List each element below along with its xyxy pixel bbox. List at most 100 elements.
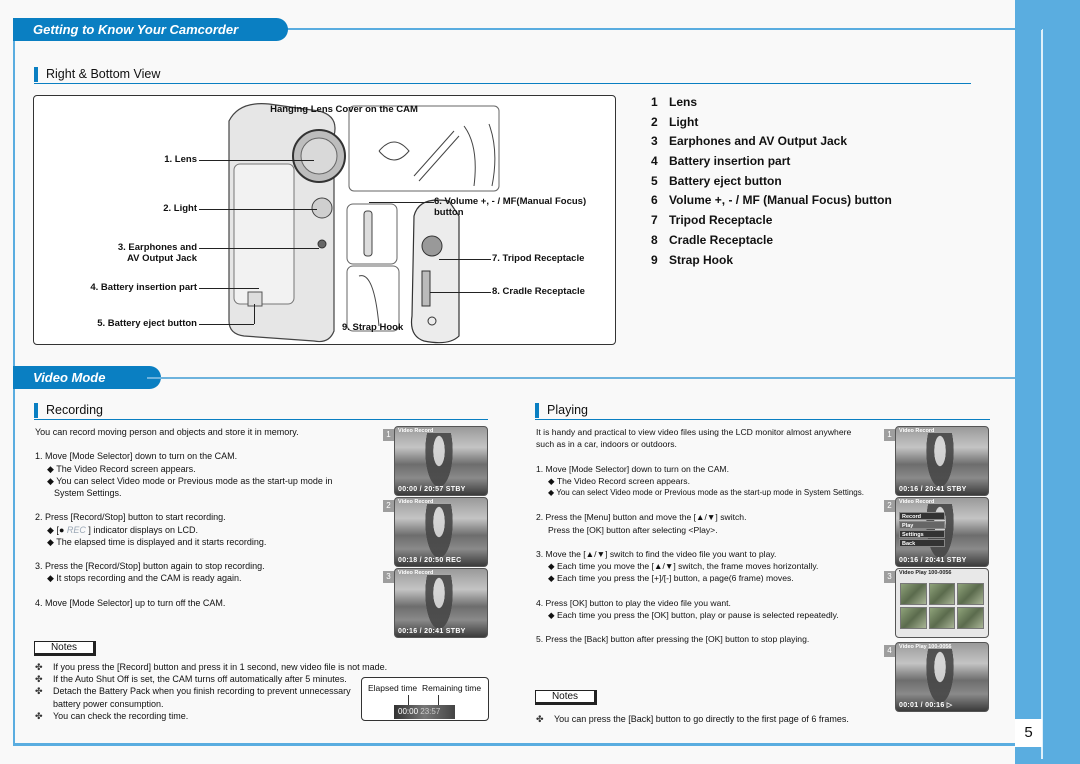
note-item: ✤ If the Auto Shut Off is set, the CAM tu…: [35, 673, 395, 685]
leader-lens: [199, 160, 314, 161]
note-text: battery power consumption.: [53, 698, 164, 709]
subheading-rule: [34, 83, 971, 84]
callout-lens: 1. Lens: [164, 154, 197, 165]
section-title-video-mode: Video Mode: [13, 366, 161, 389]
lcd-screen-play-4: Video Play 100-0056 00:01 / 00:16 ▷: [895, 642, 989, 712]
note-item: ✤ If you press the [Record] button and pr…: [35, 661, 395, 673]
parts-list-item: 7 Tripod Receptacle: [651, 211, 892, 231]
note-bullet-icon: ✤: [35, 686, 43, 697]
lcd-mode-label: Video Play 100-0056: [899, 570, 952, 576]
part-label: Earphones and AV Output Jack: [669, 134, 848, 149]
callout-battery-eject: 5. Battery eject button: [97, 318, 197, 329]
lcd-status-readout: 00:00 / 20:57 STBY: [398, 486, 466, 493]
playing-notes: ✤ You can press the [Back] button to go d…: [536, 713, 886, 725]
section-title-getting-to-know: Getting to Know Your Camcorder: [13, 18, 288, 41]
parts-list-item: 4 Battery insertion part: [651, 152, 892, 172]
lcd-status-readout: 00:18 / 20:50 REC: [398, 557, 462, 564]
elapsed-remaining-figure: Elapsed time Remaining time 00:00 23:57: [361, 677, 489, 721]
playing-step-1-bullet: ◆ You can select Video mode or Previous …: [548, 488, 864, 497]
playing-step-2: 2. Press the [Menu] button and move the …: [536, 512, 747, 523]
note-text: If the Auto Shut Off is set, the CAM tur…: [53, 674, 347, 685]
part-number: 9: [651, 252, 658, 267]
thumbnail: [928, 607, 956, 629]
parts-list-item: 9 Strap Hook: [651, 251, 892, 271]
lcd-status-readout: 00:16 / 20:41 STBY: [899, 486, 967, 493]
lcd-mode-label: Video Record: [398, 428, 434, 434]
part-number: 8: [651, 232, 658, 247]
part-label: Tripod Receptacle: [669, 213, 773, 228]
rec-indicator: REC: [66, 524, 86, 535]
leader-tripod: [439, 259, 491, 260]
lcd-status-readout: 00:16 / 20:41 STBY: [899, 557, 967, 564]
lcd-status-readout: 00:01 / 00:16 ▷: [899, 702, 953, 709]
camcorder-illustration: [228, 103, 500, 344]
leader-battery-eject-vertical: [254, 304, 255, 324]
part-number: 6: [651, 193, 658, 208]
part-number: 5: [651, 173, 658, 188]
playing-step-3: 3. Move the [▲/▼] switch to find the vid…: [536, 548, 777, 559]
lcd-menu-item-play: Play: [899, 521, 945, 529]
callout-battery-insertion: 4. Battery insertion part: [90, 282, 197, 293]
note-bullet-icon: ✤: [35, 710, 43, 721]
notes-label-recording: Notes: [34, 641, 96, 656]
screen-step-number: 1: [383, 429, 394, 441]
part-label: Strap Hook: [669, 252, 734, 267]
note-bullet-icon: ✤: [536, 714, 544, 724]
thumbnail: [928, 583, 956, 605]
lcd-screen-play-3: Video Play 100-0056: [895, 568, 989, 638]
playing-step-5: 5. Press the [Back] button after pressin…: [536, 634, 810, 645]
thumbnail: [957, 607, 984, 629]
callout-tripod: 7. Tripod Receptacle: [492, 253, 585, 264]
section-rule: [147, 377, 1015, 379]
record-dot-icon: ●: [58, 524, 65, 535]
bullet-text: ] indicator displays on LCD.: [88, 524, 198, 535]
screen-step-number: 3: [383, 571, 394, 583]
callout-earphones-line2: AV Output Jack: [126, 253, 197, 264]
leader-light: [199, 209, 317, 210]
part-label: Light: [669, 114, 699, 129]
inset-title-hanging-lens-cover: Hanging Lens Cover on the CAM: [270, 104, 418, 115]
side-band-line: [1041, 29, 1043, 759]
part-label: Battery eject button: [669, 173, 782, 188]
leader-cradle: [430, 292, 491, 293]
screen-step-number: 2: [884, 500, 895, 512]
parts-list-item: 5 Battery eject button: [651, 172, 892, 192]
note-item: ✤ You can press the [Back] button to go d…: [536, 713, 886, 725]
lcd-menu-item-record: Record: [899, 512, 945, 520]
recording-step-2: 2. Press [Record/Stop] button to start r…: [35, 512, 226, 523]
lcd-screen-record-3: Video Record 00:16 / 20:41 STBY: [394, 568, 488, 638]
callout-strap-hook: 9. Strap Hook: [342, 322, 404, 333]
thumbnail: [957, 583, 984, 605]
header-rule: [280, 28, 1042, 30]
playing-step-4: 4. Press [OK] button to play the video f…: [536, 597, 731, 608]
note-text: You can press the [Back] button to go di…: [554, 714, 849, 724]
callout-earphones-line1: 3. Earphones and: [117, 242, 197, 253]
lcd-mode-label: Video Record: [398, 499, 434, 505]
leader-battery-insertion: [199, 288, 259, 289]
parts-list-item: 8 Cradle Receptacle: [651, 231, 892, 251]
note-text: Detach the Battery Pack when you finish …: [53, 686, 351, 697]
notes-label-playing: Notes: [535, 690, 597, 705]
parts-list: 1 Lens 2 Light 3 Earphones and AV Output Ja…: [651, 93, 892, 270]
recording-step-3-bullet: ◆ It stops recording and the CAM is read…: [47, 573, 242, 584]
page-number: 5: [1015, 719, 1042, 747]
note-text: You can check the recording time.: [53, 710, 189, 721]
note-bullet-icon: ✤: [35, 674, 43, 685]
lcd-menu-item-back: Back: [899, 539, 945, 547]
playing-step-3-bullet: ◆ Each time you move the [▲/▼] switch, t…: [548, 561, 819, 572]
screen-step-number: 1: [884, 429, 895, 441]
lcd-screen-record-1: Video Record 00:00 / 20:57 STBY: [394, 426, 488, 496]
subheading-right-bottom-view: Right & Bottom View: [34, 67, 160, 82]
parts-list-item: 3 Earphones and AV Output Jack: [651, 132, 892, 152]
page-side-band: [1015, 0, 1080, 764]
note-item: ✤ Detach the Battery Pack when you finish…: [35, 685, 395, 697]
recording-step-4: 4. Move [Mode Selector] up to turn off t…: [35, 597, 226, 608]
playing-step-3-bullet: ◆ Each time you press the [+]/[-] button…: [548, 573, 794, 584]
subheading-playing: Playing: [535, 403, 588, 418]
part-number: 7: [651, 213, 658, 228]
lcd-mode-label: Video Play 100-0056: [899, 644, 952, 650]
playing-step-2-cont: Press the [OK] button after selecting <P…: [548, 524, 718, 535]
screen-step-number: 2: [383, 500, 394, 512]
recording-instructions: You can record moving person and objects…: [35, 426, 365, 609]
leader-earphones: [199, 248, 319, 249]
